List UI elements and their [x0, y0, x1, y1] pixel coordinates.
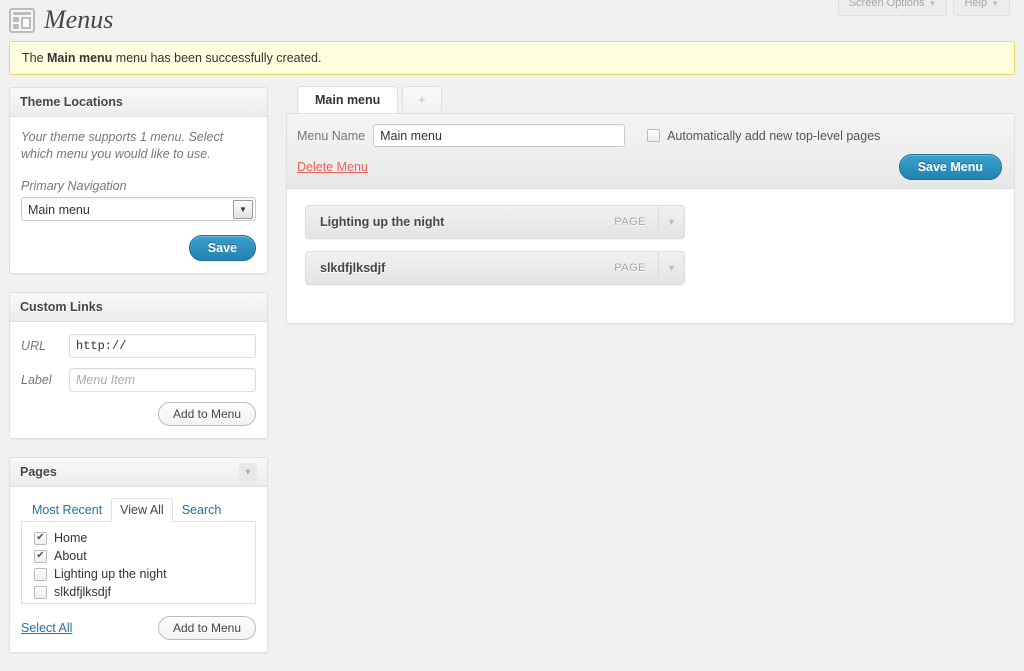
menu-tabs: Main menu +	[286, 87, 1015, 113]
chevron-down-icon[interactable]: ▼	[239, 463, 257, 481]
list-item-label: About	[54, 549, 87, 563]
label-label: Label	[21, 373, 69, 387]
delete-menu-link[interactable]: Delete Menu	[297, 160, 368, 174]
list-item-label: Lighting up the night	[54, 567, 167, 581]
custom-links-title: Custom Links	[20, 300, 103, 314]
table-row[interactable]: slkdfjlksdjf PAGE ▼	[305, 251, 685, 285]
theme-locations-description: Your theme supports 1 menu. Select which…	[21, 129, 256, 163]
checkbox-about[interactable]: ✔	[34, 550, 47, 563]
url-input[interactable]	[69, 334, 256, 358]
list-item[interactable]: Lighting up the night	[34, 567, 245, 581]
pages-footer: Select All Add to Menu	[21, 616, 256, 640]
menus-icon	[9, 8, 35, 33]
pages-panel: Pages ▼ Most Recent View All Search ✔ Ho…	[9, 457, 268, 653]
help-tab[interactable]: Help ▼	[953, 0, 1010, 16]
pages-checklist: ✔ Home ✔ About Lighting up the night slk…	[21, 522, 256, 604]
pages-header: Pages ▼	[10, 458, 267, 487]
chevron-down-icon: ▼	[929, 0, 937, 8]
list-item[interactable]: ✔ About	[34, 549, 245, 563]
url-label: URL	[21, 339, 69, 353]
chevron-down-icon[interactable]: ▼	[658, 206, 684, 238]
notice-prefix: The	[22, 51, 47, 65]
theme-locations-title: Theme Locations	[20, 95, 123, 109]
chevron-down-icon: ▼	[233, 200, 253, 219]
menu-item-title: slkdfjlksdjf	[306, 261, 614, 275]
select-all-link[interactable]: Select All	[21, 621, 72, 635]
menu-item-type: PAGE	[614, 262, 658, 274]
checkbox-slkdfjlksdjf[interactable]	[34, 586, 47, 599]
page-columns: Theme Locations Your theme supports 1 me…	[0, 75, 1024, 671]
auto-add-pages-label: Automatically add new top-level pages	[667, 129, 880, 143]
list-item-label: slkdfjlksdjf	[54, 585, 111, 599]
primary-navigation-label: Primary Navigation	[21, 179, 256, 193]
menu-name-row: Menu Name Automatically add new top-leve…	[297, 124, 1002, 147]
tab-main-menu[interactable]: Main menu	[297, 86, 398, 113]
menu-actions-row: Delete Menu Save Menu	[297, 154, 1002, 180]
menu-editor-header: Menu Name Automatically add new top-leve…	[287, 114, 1014, 189]
save-theme-locations-button[interactable]: Save	[189, 235, 256, 261]
primary-navigation-value: Main menu	[21, 197, 256, 221]
chevron-down-icon: ▼	[991, 0, 999, 8]
menu-name-input[interactable]	[373, 124, 625, 147]
checkbox-home[interactable]: ✔	[34, 532, 47, 545]
add-pages-to-menu-button[interactable]: Add to Menu	[158, 616, 256, 640]
save-menu-button[interactable]: Save Menu	[899, 154, 1002, 180]
chevron-down-icon[interactable]: ▼	[658, 252, 684, 284]
list-item-label: Home	[54, 531, 87, 545]
list-item[interactable]: ✔ Home	[34, 531, 245, 545]
list-item[interactable]: slkdfjlksdjf	[34, 585, 245, 599]
custom-links-panel: Custom Links URL Label Add to Menu	[9, 292, 268, 439]
custom-link-label-row: Label	[21, 368, 256, 392]
notice-menu-name: Main menu	[47, 51, 112, 65]
tab-view-all[interactable]: View All	[111, 498, 173, 522]
menu-name-label: Menu Name	[297, 129, 365, 143]
help-label: Help	[964, 0, 987, 9]
tab-add-menu[interactable]: +	[402, 86, 441, 113]
theme-locations-header: Theme Locations	[10, 88, 267, 117]
sidebar-column: Theme Locations Your theme supports 1 me…	[9, 87, 268, 671]
menu-item-type: PAGE	[614, 216, 658, 228]
screen-options-label: Screen Options	[849, 0, 925, 9]
theme-locations-body: Your theme supports 1 menu. Select which…	[10, 117, 267, 273]
main-column: Main menu + Menu Name Automatically add …	[286, 87, 1015, 324]
add-custom-link-to-menu-button[interactable]: Add to Menu	[158, 402, 256, 426]
tab-most-recent[interactable]: Most Recent	[23, 498, 111, 522]
menu-editor-panel: Menu Name Automatically add new top-leve…	[286, 113, 1015, 324]
screen-meta-links: Screen Options ▼ Help ▼	[838, 0, 1010, 16]
tab-search[interactable]: Search	[173, 498, 231, 522]
pages-title: Pages	[20, 465, 57, 479]
checkbox-auto-add-pages[interactable]	[647, 129, 660, 142]
notice-suffix: menu has been successfully created.	[112, 51, 321, 65]
custom-links-body: URL Label Add to Menu	[10, 322, 267, 438]
screen-options-tab[interactable]: Screen Options ▼	[838, 0, 948, 16]
theme-locations-panel: Theme Locations Your theme supports 1 me…	[9, 87, 268, 274]
checkbox-lighting-up-the-night[interactable]	[34, 568, 47, 581]
custom-links-header: Custom Links	[10, 293, 267, 322]
menu-items-list: Lighting up the night PAGE ▼ slkdfjlksdj…	[287, 189, 1014, 323]
pages-tabs: Most Recent View All Search	[21, 497, 256, 522]
success-notice: The Main menu menu has been successfully…	[9, 41, 1015, 75]
label-input[interactable]	[69, 368, 256, 392]
menu-item-title: Lighting up the night	[306, 215, 614, 229]
pages-body: Most Recent View All Search ✔ Home ✔ Abo…	[10, 487, 267, 652]
page-title: Menus	[44, 6, 113, 34]
custom-link-url-row: URL	[21, 334, 256, 358]
auto-add-pages-row[interactable]: Automatically add new top-level pages	[647, 129, 880, 143]
primary-navigation-select[interactable]: Main menu ▼	[21, 197, 256, 221]
table-row[interactable]: Lighting up the night PAGE ▼	[305, 205, 685, 239]
